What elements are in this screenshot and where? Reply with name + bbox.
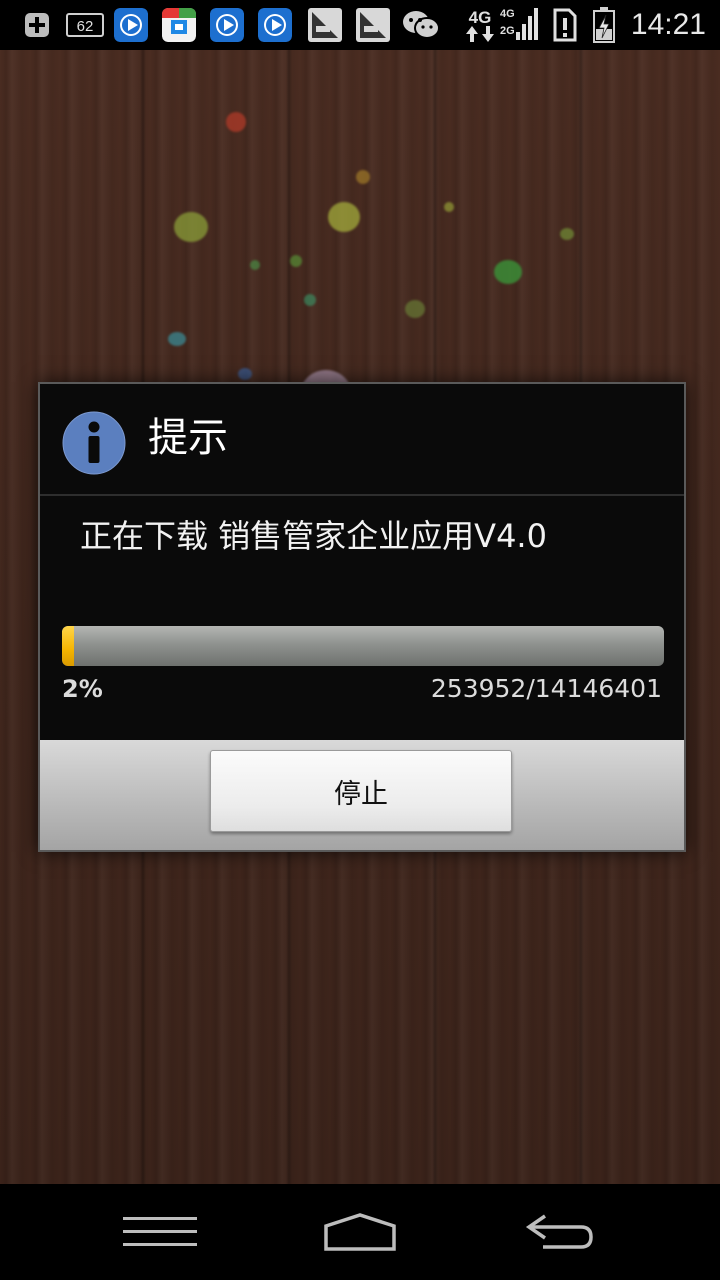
- download-progress-fill: [62, 626, 75, 666]
- back-icon[interactable]: [510, 1202, 610, 1262]
- store-app-icon: [162, 8, 196, 42]
- header-divider: [40, 494, 684, 496]
- progress-percent-label: 2%: [62, 675, 103, 703]
- status-bar: 62 4G 4G 2G 14:21: [0, 0, 720, 50]
- sim-alert-icon: [552, 8, 578, 42]
- usb-debug-icon: [356, 8, 390, 42]
- data-arrows-icon: 4G: [464, 8, 496, 42]
- notification-count-icon: 62: [66, 8, 104, 42]
- stop-button[interactable]: 停止: [210, 750, 512, 832]
- add-icon: [22, 8, 52, 42]
- progress-bytes-label: 253952/14146401: [430, 674, 662, 703]
- navigation-bar: [0, 1184, 720, 1280]
- battery-charging-icon: [592, 7, 616, 43]
- dialog-button-bar: 停止: [40, 740, 684, 850]
- clock: 14:21: [630, 8, 706, 41]
- info-icon: [62, 411, 126, 475]
- download-message: 正在下载 销售管家企业应用V4.0: [80, 517, 547, 555]
- network-secondary-label: 4G: [500, 8, 515, 20]
- video-app-icon: [114, 8, 148, 42]
- network-tertiary-label: 2G: [500, 25, 515, 37]
- network-type-label: 4G: [468, 7, 492, 27]
- dialog-title: 提示: [148, 415, 228, 461]
- download-dialog: 提示 正在下载 销售管家企业应用V4.0 2% 253952/14146401 …: [38, 382, 686, 852]
- download-progress-bar: [62, 626, 664, 666]
- dialog-header: 提示: [40, 384, 684, 494]
- video-app-icon: [258, 8, 292, 42]
- usb-debug-icon: [308, 8, 342, 42]
- menu-icon[interactable]: [110, 1202, 210, 1262]
- wechat-icon: [402, 8, 440, 42]
- notification-count-text: 62: [77, 18, 94, 35]
- home-icon[interactable]: [310, 1202, 410, 1262]
- signal-icon: 4G 2G: [500, 8, 540, 42]
- video-app-icon: [210, 8, 244, 42]
